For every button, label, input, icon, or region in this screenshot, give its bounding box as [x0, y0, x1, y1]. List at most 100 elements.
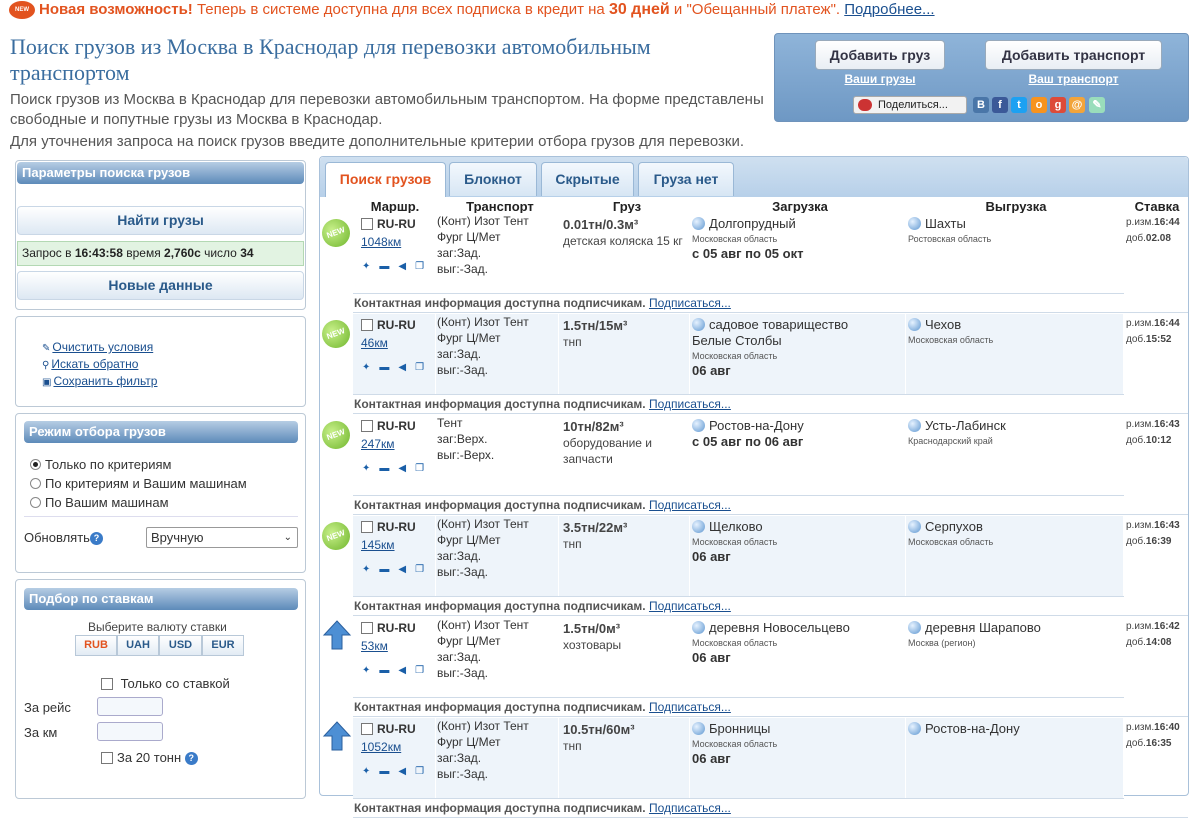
mode-label-2: По критериям и Вашим машинам [45, 476, 247, 491]
row-checkbox[interactable] [361, 420, 373, 432]
rate-added-time: 02.08 [1145, 233, 1171, 244]
copy-icon[interactable]: ❐ [415, 665, 433, 676]
cargo-row[interactable]: NEW RU-RU 46км ✦▬◀❐ (Конт) Изот Тент Фур… [318, 314, 1188, 415]
my-transport-link[interactable]: Ваш транспорт [985, 72, 1162, 86]
sound-icon[interactable]: ◀ [398, 564, 415, 575]
subscribe-link[interactable]: Подписаться... [649, 397, 731, 411]
loading-region: Московская область [692, 739, 778, 749]
googleplus-icon[interactable]: g [1050, 97, 1066, 113]
odnoklassniki-icon[interactable]: o [1031, 97, 1047, 113]
rate-changed-time: 16:44 [1154, 217, 1180, 228]
pin-icon[interactable]: ✦ [362, 261, 379, 272]
currency-eur[interactable]: EUR [202, 635, 244, 656]
per-20t-checkbox[interactable]: За 20 тонн ? [101, 750, 198, 765]
cargo-row[interactable]: RU-RU 1052км ✦▬◀❐ (Конт) Изот Тент Фург … [320, 718, 1188, 819]
currency-uah[interactable]: UAH [117, 635, 159, 656]
cargo-row[interactable]: NEW RU-RU 247км ✦▬◀❐ Тент заг:Верх. выг:… [318, 415, 1188, 516]
my-cargo-link[interactable]: Ваши грузы [815, 72, 945, 86]
new-data-button[interactable]: Новые данные [17, 271, 304, 300]
rate-added-label: доб. [1126, 637, 1146, 648]
row-checkbox[interactable] [361, 521, 373, 533]
pin-icon[interactable]: ✦ [362, 564, 379, 575]
add-transport-button[interactable]: Добавить транспорт [985, 40, 1162, 70]
tab-search[interactable]: Поиск грузов [325, 162, 446, 197]
share-button[interactable]: Поделиться... [853, 96, 967, 114]
subscribe-link[interactable]: Подписаться... [649, 700, 731, 714]
help-icon[interactable]: ? [89, 532, 103, 545]
globe-icon [692, 621, 705, 634]
raise-arrow-icon[interactable] [322, 720, 352, 752]
copy-icon[interactable]: ❐ [415, 362, 433, 373]
cargo-row[interactable]: NEW RU-RU 145км ✦▬◀❐ (Конт) Изот Тент Фу… [318, 516, 1188, 617]
mode-radio-2[interactable]: По критериям и Вашим машинам [30, 476, 247, 492]
copy-icon[interactable]: ❐ [415, 261, 433, 272]
copy-icon[interactable]: ❐ [415, 564, 433, 575]
sound-icon[interactable]: ◀ [398, 463, 415, 474]
save-filter-link[interactable]: Сохранить фильтр [53, 374, 157, 388]
add-cargo-button[interactable]: Добавить груз [815, 40, 945, 70]
row-checkbox[interactable] [361, 622, 373, 634]
tab-no-cargo[interactable]: Груза нет [638, 162, 734, 196]
trash-icon[interactable]: ▬ [379, 463, 398, 474]
subscribe-link[interactable]: Подписаться... [649, 498, 731, 512]
pin-icon[interactable]: ✦ [362, 463, 379, 474]
help-icon[interactable]: ? [184, 752, 198, 765]
trash-icon[interactable]: ▬ [379, 665, 398, 676]
tab-hidden[interactable]: Скрытые [541, 162, 634, 196]
per-trip-input[interactable] [97, 697, 163, 716]
pin-icon[interactable]: ✦ [362, 362, 379, 373]
trash-icon[interactable]: ▬ [379, 261, 398, 272]
trash-icon[interactable]: ▬ [379, 766, 398, 777]
currency-usd[interactable]: USD [159, 635, 202, 656]
trash-icon[interactable]: ▬ [379, 564, 398, 575]
refresh-select[interactable]: Вручную ⌄ [146, 527, 298, 548]
livejournal-icon[interactable]: ✎ [1089, 97, 1105, 113]
twitter-icon[interactable]: t [1011, 97, 1027, 113]
currency-rub[interactable]: RUB [75, 635, 117, 656]
sound-icon[interactable]: ◀ [398, 766, 415, 777]
sound-icon[interactable]: ◀ [398, 665, 415, 676]
sound-icon[interactable]: ◀ [398, 261, 415, 272]
cargo-row[interactable]: RU-RU 53км ✦▬◀❐ (Конт) Изот Тент Фург Ц/… [320, 617, 1188, 718]
subscribe-link[interactable]: Подписаться... [649, 599, 731, 613]
unloading-region: Московская область [908, 537, 994, 547]
copy-icon[interactable]: ❐ [415, 463, 433, 474]
trash-icon[interactable]: ▬ [379, 362, 398, 373]
search-reverse[interactable]: ⚲ Искать обратно [42, 356, 138, 374]
row-checkbox[interactable] [361, 319, 373, 331]
clear-conditions[interactable]: ✎ Очистить условия [42, 339, 153, 357]
search-reverse-link[interactable]: Искать обратно [51, 357, 138, 371]
unloading-city: Ростов-на-Дону [925, 721, 1020, 736]
vk-icon[interactable]: B [973, 97, 989, 113]
mailru-icon[interactable]: @ [1069, 97, 1085, 113]
distance-link[interactable]: 247км [361, 437, 395, 451]
row-checkbox[interactable] [361, 218, 373, 230]
loading-region: Московская область [692, 537, 778, 547]
distance-link[interactable]: 1052км [361, 740, 401, 754]
distance-link[interactable]: 145км [361, 538, 395, 552]
sound-icon[interactable]: ◀ [398, 362, 415, 373]
mode-radio-1[interactable]: Только по критериям [30, 457, 171, 473]
subscribe-link[interactable]: Подписаться... [649, 801, 731, 815]
distance-link[interactable]: 53км [361, 639, 388, 653]
subscribe-link[interactable]: Подписаться... [649, 296, 731, 310]
find-cargo-button[interactable]: Найти грузы [17, 206, 304, 235]
pin-icon[interactable]: ✦ [362, 766, 379, 777]
loading-city: Бронницы [709, 721, 771, 736]
clear-conditions-link[interactable]: Очистить условия [52, 340, 153, 354]
mode-radio-3[interactable]: По Вашим машинам [30, 495, 169, 511]
cargo-info: 3.5тн/22м³ тнп [563, 520, 691, 552]
copy-icon[interactable]: ❐ [415, 766, 433, 777]
row-checkbox[interactable] [361, 723, 373, 735]
raise-arrow-icon[interactable] [322, 619, 352, 651]
save-filter[interactable]: ▣ Сохранить фильтр [42, 373, 157, 391]
facebook-icon[interactable]: f [992, 97, 1008, 113]
only-rate-checkbox[interactable]: Только со ставкой [101, 676, 230, 691]
distance-link[interactable]: 1048км [361, 235, 401, 249]
tab-notepad[interactable]: Блокнот [449, 162, 537, 196]
pin-icon[interactable]: ✦ [362, 665, 379, 676]
cargo-row[interactable]: NEW RU-RU 1048км ✦▬◀❐ (Конт) Изот Тент Ф… [318, 213, 1188, 314]
distance-link[interactable]: 46км [361, 336, 388, 350]
announcement-more-link[interactable]: Подробнее... [844, 1, 934, 18]
per-km-input[interactable] [97, 722, 163, 741]
